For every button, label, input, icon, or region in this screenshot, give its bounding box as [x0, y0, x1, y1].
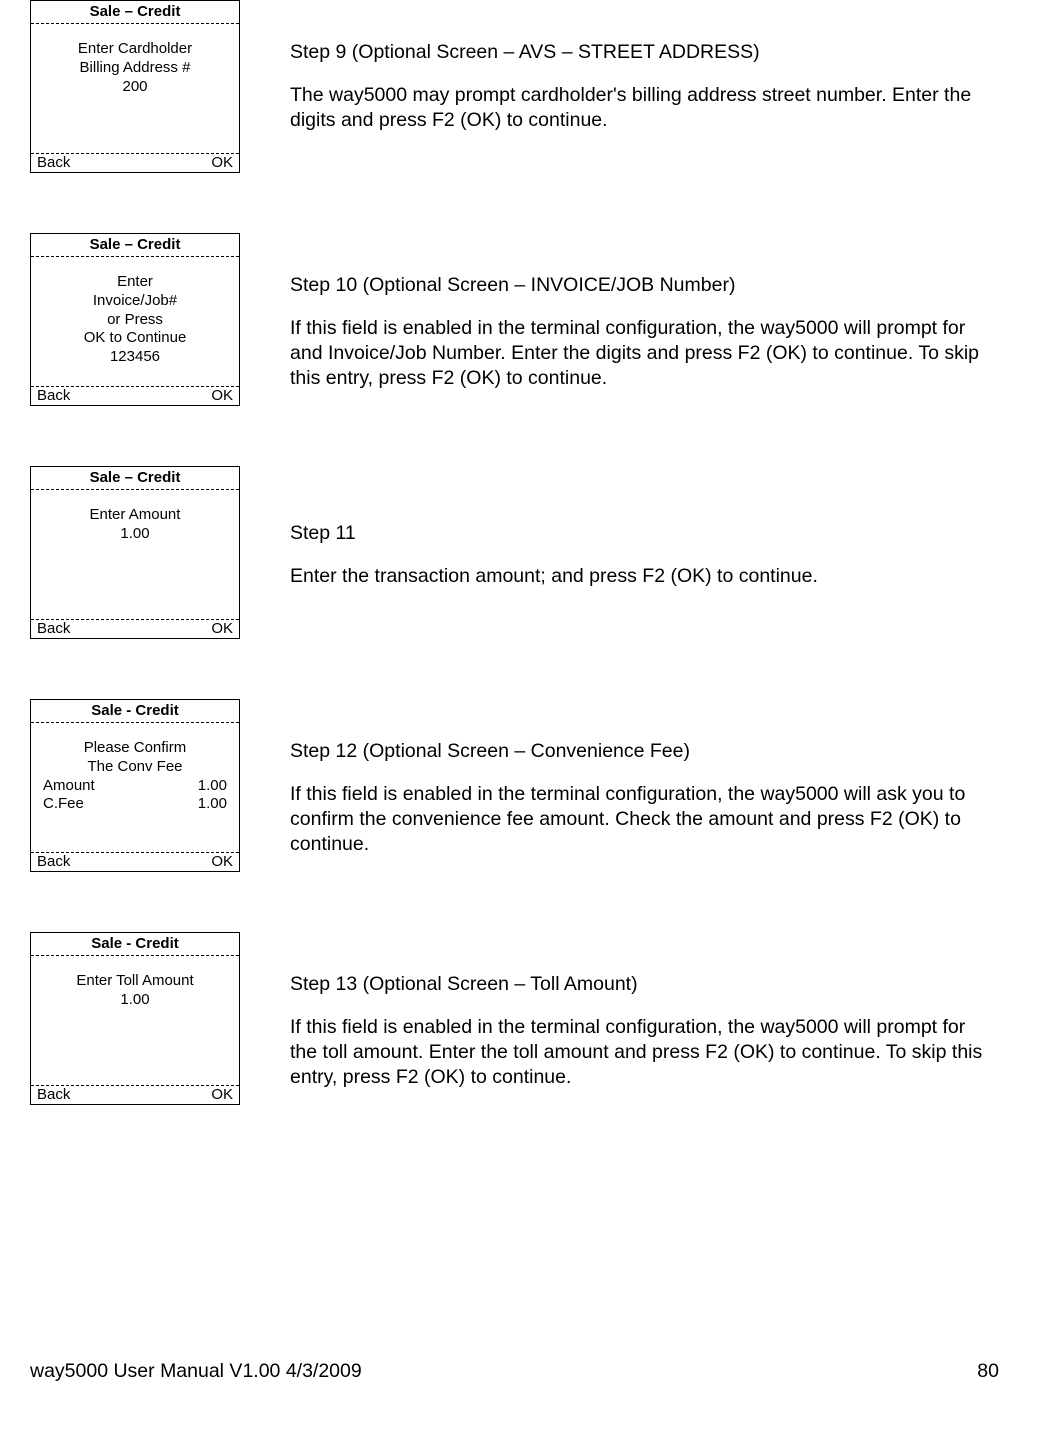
ok-button[interactable]: OK [211, 1086, 233, 1103]
step-heading: Step 13 (Optional Screen – Toll Amount) [290, 972, 990, 997]
step-text: Step 13 (Optional Screen – Toll Amount) … [290, 932, 990, 1090]
terminal-line: 200 [41, 78, 229, 97]
terminal-line: 1.00 [41, 525, 229, 544]
step-body: The way5000 may prompt cardholder's bill… [290, 83, 990, 133]
ok-button[interactable]: OK [211, 387, 233, 404]
ok-button[interactable]: OK [211, 154, 233, 171]
terminal-footer: Back OK [31, 853, 239, 871]
terminal-line: OK to Continue [41, 329, 229, 348]
back-button[interactable]: Back [37, 154, 70, 171]
step-heading: Step 12 (Optional Screen – Convenience F… [290, 739, 990, 764]
terminal-screen: Sale – Credit Enter Invoice/Job# or Pres… [30, 233, 240, 406]
step-text: Step 11 Enter the transaction amount; an… [290, 466, 818, 589]
terminal-title: Sale - Credit [31, 933, 239, 956]
step-heading: Step 10 (Optional Screen – INVOICE/JOB N… [290, 273, 990, 298]
terminal-body: Enter Toll Amount 1.00 [31, 956, 239, 1086]
step-text: Step 10 (Optional Screen – INVOICE/JOB N… [290, 233, 990, 391]
terminal-line: Enter [41, 273, 229, 292]
terminal-line: Billing Address # [41, 59, 229, 78]
terminal-footer: Back OK [31, 1086, 239, 1104]
terminal-title: Sale – Credit [31, 1, 239, 24]
step-row: Sale - Credit Enter Toll Amount 1.00 Bac… [30, 932, 999, 1105]
terminal-title: Sale – Credit [31, 467, 239, 490]
terminal-screen: Sale – Credit Enter Amount 1.00 Back OK [30, 466, 240, 639]
page-content: Sale – Credit Enter Cardholder Billing A… [0, 0, 1039, 1105]
terminal-line: or Press [41, 311, 229, 330]
terminal-footer: Back OK [31, 154, 239, 172]
ok-button[interactable]: OK [211, 853, 233, 870]
terminal-line: Please Confirm [41, 739, 229, 758]
step-body: Enter the transaction amount; and press … [290, 564, 818, 589]
terminal-kv-row: C.Fee 1.00 [41, 795, 229, 814]
step-row: Sale – Credit Enter Amount 1.00 Back OK … [30, 466, 999, 639]
ok-button[interactable]: OK [211, 620, 233, 637]
terminal-line: Enter Cardholder [41, 40, 229, 59]
terminal-body: Enter Invoice/Job# or Press OK to Contin… [31, 257, 239, 387]
footer-page: 80 [977, 1360, 999, 1383]
back-button[interactable]: Back [37, 1086, 70, 1103]
step-body: If this field is enabled in the terminal… [290, 782, 990, 857]
kv-label: Amount [43, 777, 95, 796]
back-button[interactable]: Back [37, 853, 70, 870]
terminal-line: Invoice/Job# [41, 292, 229, 311]
terminal-footer: Back OK [31, 387, 239, 405]
terminal-footer: Back OK [31, 620, 239, 638]
back-button[interactable]: Back [37, 620, 70, 637]
terminal-body: Enter Amount 1.00 [31, 490, 239, 620]
terminal-line: The Conv Fee [41, 758, 229, 777]
kv-value: 1.00 [198, 777, 227, 796]
back-button[interactable]: Back [37, 387, 70, 404]
terminal-line: 1.00 [41, 991, 229, 1010]
step-row: Sale – Credit Enter Invoice/Job# or Pres… [30, 233, 999, 406]
terminal-kv-row: Amount 1.00 [41, 777, 229, 796]
step-row: Sale – Credit Enter Cardholder Billing A… [30, 0, 999, 173]
step-row: Sale - Credit Please Confirm The Conv Fe… [30, 699, 999, 872]
step-heading: Step 9 (Optional Screen – AVS – STREET A… [290, 40, 990, 65]
step-text: Step 12 (Optional Screen – Convenience F… [290, 699, 990, 857]
terminal-line: Enter Amount [41, 506, 229, 525]
terminal-body: Enter Cardholder Billing Address # 200 [31, 24, 239, 154]
terminal-screen: Sale - Credit Please Confirm The Conv Fe… [30, 699, 240, 872]
step-heading: Step 11 [290, 521, 818, 546]
step-body: If this field is enabled in the terminal… [290, 1015, 990, 1090]
kv-label: C.Fee [43, 795, 84, 814]
terminal-title: Sale - Credit [31, 700, 239, 723]
step-text: Step 9 (Optional Screen – AVS – STREET A… [290, 0, 990, 133]
terminal-screen: Sale – Credit Enter Cardholder Billing A… [30, 0, 240, 173]
page-footer: way5000 User Manual V1.00 4/3/2009 80 [30, 1360, 999, 1383]
terminal-screen: Sale - Credit Enter Toll Amount 1.00 Bac… [30, 932, 240, 1105]
terminal-line: 123456 [41, 348, 229, 367]
step-body: If this field is enabled in the terminal… [290, 316, 990, 391]
terminal-title: Sale – Credit [31, 234, 239, 257]
footer-left: way5000 User Manual V1.00 4/3/2009 [30, 1360, 362, 1383]
kv-value: 1.00 [198, 795, 227, 814]
terminal-body: Please Confirm The Conv Fee Amount 1.00 … [31, 723, 239, 853]
terminal-line: Enter Toll Amount [41, 972, 229, 991]
